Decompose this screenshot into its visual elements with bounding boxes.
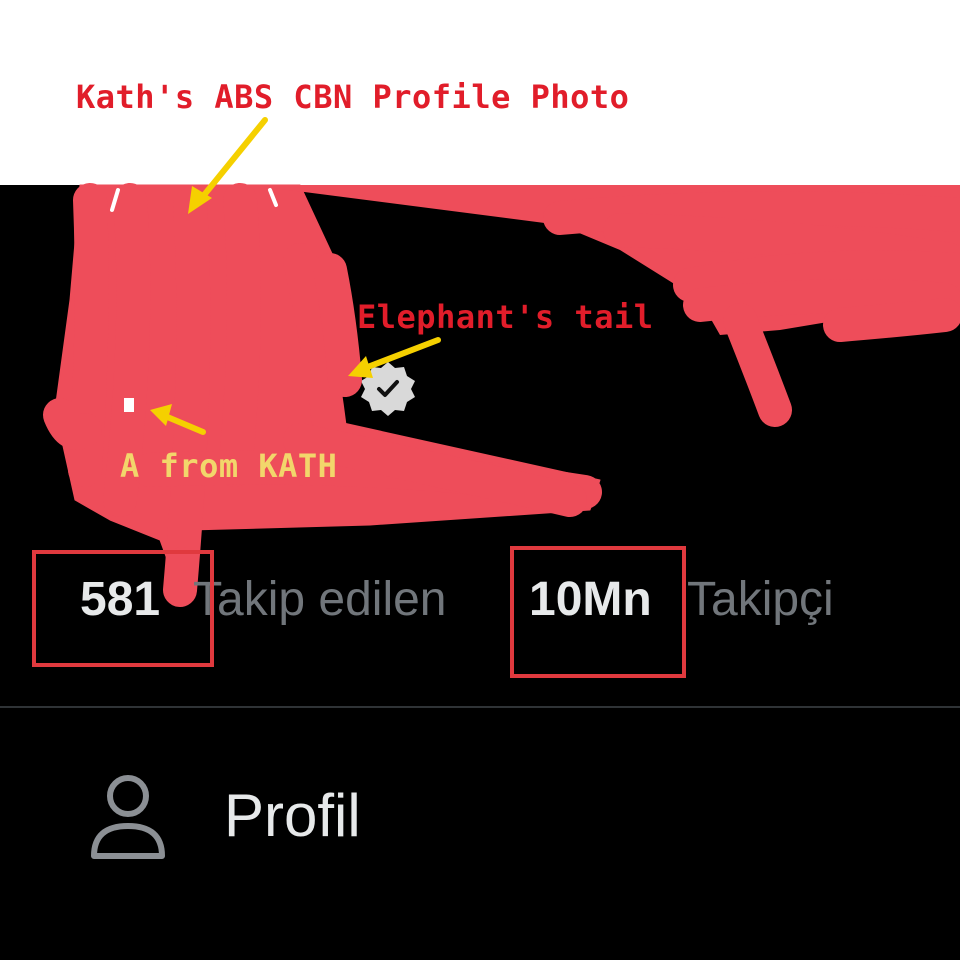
annotation-a-from-kath: A from KATH (120, 447, 338, 485)
following-label[interactable]: Takip edilen (193, 572, 447, 627)
divider (0, 706, 960, 708)
menu-item-profile-label: Profil (224, 781, 361, 849)
followers-label[interactable]: Takipçi (687, 572, 834, 627)
menu-item-profile[interactable]: Profil (60, 755, 480, 875)
verified-badge-icon (361, 362, 415, 416)
highlight-box-followers (510, 546, 686, 678)
person-icon (91, 775, 165, 859)
highlight-box-following (32, 550, 214, 667)
annotation-profile-photo: Kath's ABS CBN Profile Photo (76, 78, 630, 116)
annotation-elephant-tail: Elephant's tail (357, 298, 654, 336)
